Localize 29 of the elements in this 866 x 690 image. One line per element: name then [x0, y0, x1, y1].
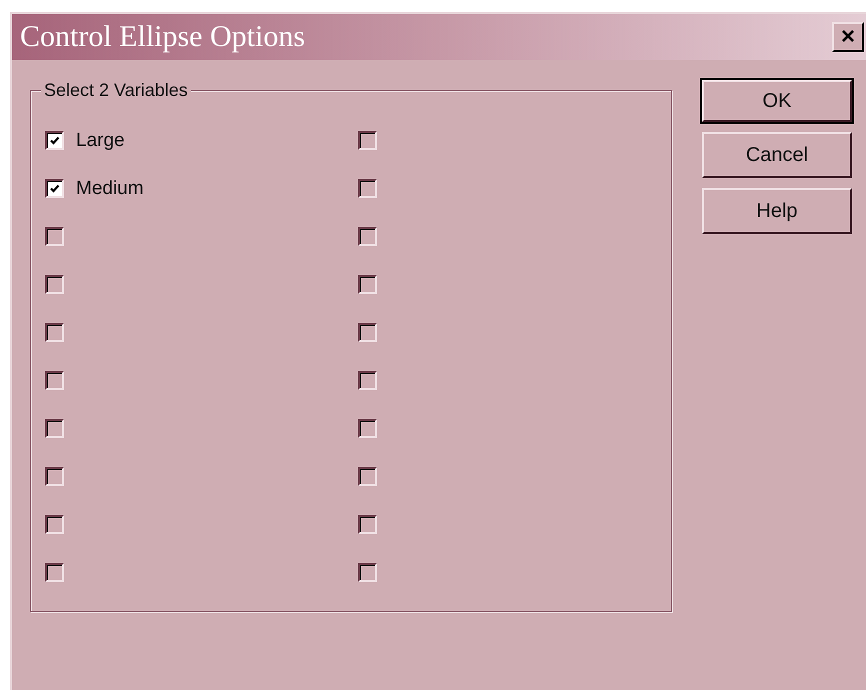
dialog-button[interactable]: OK [702, 80, 852, 122]
checkbox[interactable] [358, 323, 377, 342]
checkbox[interactable] [358, 227, 377, 246]
dialog-button[interactable]: Help [702, 188, 852, 234]
checkbox[interactable] [45, 131, 64, 150]
checkbox[interactable] [358, 563, 377, 582]
checkbox[interactable] [45, 371, 64, 390]
window-title: Control Ellipse Options [20, 20, 305, 54]
check-icon [48, 134, 61, 147]
checkbox-label: Large [76, 130, 125, 152]
checkbox[interactable] [358, 515, 377, 534]
checkbox[interactable] [358, 419, 377, 438]
checkbox[interactable] [45, 323, 64, 342]
check-icon [48, 182, 61, 195]
checkbox[interactable] [45, 179, 64, 198]
checkbox-label: Medium [76, 178, 144, 200]
checkbox[interactable] [45, 563, 64, 582]
checkbox[interactable] [45, 419, 64, 438]
dialog-button[interactable]: Cancel [702, 132, 852, 178]
checkbox[interactable] [358, 371, 377, 390]
checkbox[interactable] [45, 275, 64, 294]
checkbox[interactable] [358, 179, 377, 198]
checkbox[interactable] [45, 467, 64, 486]
checkbox[interactable] [358, 275, 377, 294]
close-button[interactable]: × [832, 22, 864, 52]
checkbox[interactable] [358, 131, 377, 150]
checkbox[interactable] [45, 227, 64, 246]
checkbox[interactable] [358, 467, 377, 486]
checkbox[interactable] [45, 515, 64, 534]
